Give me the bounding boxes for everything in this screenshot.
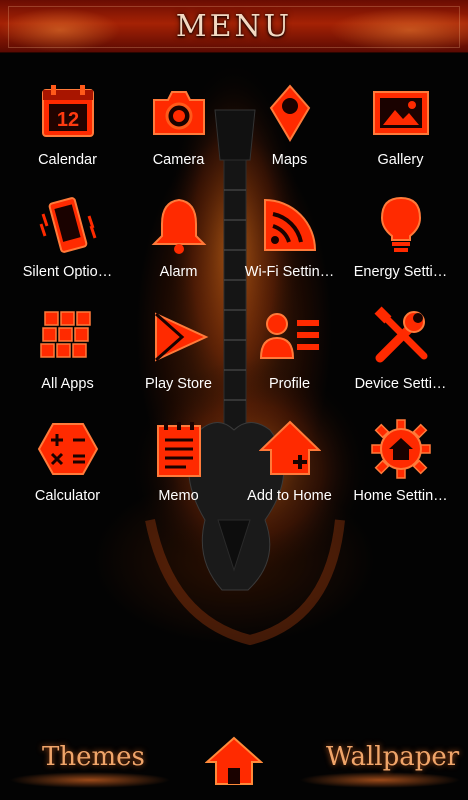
calendar-date: 12 [57,109,79,131]
app-label: Calendar [38,152,97,168]
app-label: Wi-Fi Settin… [244,264,335,280]
app-label: Device Setti… [354,376,447,392]
home-button[interactable] [205,736,263,788]
app-maps[interactable]: Maps [234,82,345,194]
add-home-icon [259,418,321,480]
app-alarm[interactable]: Alarm [123,194,234,306]
page-title: MENU [175,9,293,44]
app-label: Play Store [145,376,212,392]
app-label: All Apps [41,376,94,392]
profile-icon [259,306,321,368]
app-gallery[interactable]: Gallery [345,82,456,194]
app-label: Memo [158,488,199,504]
bell-icon [148,194,210,256]
play-store-icon [148,306,210,368]
wallpaper-button[interactable]: Wallpaper [326,742,459,772]
home-icon [205,736,263,785]
app-label: Add to Home [247,488,332,504]
app-label: Profile [268,376,311,392]
wifi-icon [259,194,321,256]
app-energy-settings[interactable]: Energy Setti… [345,194,456,306]
app-label: Camera [152,152,205,168]
vibrate-phone-icon [37,194,99,256]
app-memo[interactable]: Memo [123,418,234,530]
app-label: Energy Setti… [353,264,448,280]
app-add-to-home[interactable]: Add to Home [234,418,345,530]
apps-grid-icon [37,306,99,368]
app-device-settings[interactable]: Device Setti… [345,306,456,418]
app-label: Home Settin… [353,488,448,504]
app-all-apps[interactable]: All Apps [12,306,123,418]
lightbulb-icon [370,194,432,256]
calendar-icon: 12 [37,82,99,144]
themes-button[interactable]: Themes [42,742,145,772]
app-calendar[interactable]: 12 Calendar [12,82,123,194]
app-label: Calculator [34,488,101,504]
map-pin-icon [259,82,321,144]
app-home-settings[interactable]: Home Settin… [345,418,456,530]
app-wifi-settings[interactable]: Wi-Fi Settin… [234,194,345,306]
app-label: Gallery [377,152,424,168]
app-calculator[interactable]: Calculator [12,418,123,530]
app-play-store[interactable]: Play Store [123,306,234,418]
calculator-icon [37,418,99,480]
memo-icon [148,418,210,480]
tools-icon [370,306,432,368]
gallery-icon [370,82,432,144]
menu-header: MENU [0,0,468,53]
app-silent-options[interactable]: Silent Optio… [12,194,123,306]
app-camera[interactable]: Camera [123,82,234,194]
app-label: Silent Optio… [22,264,113,280]
app-label: Alarm [159,264,198,280]
app-profile[interactable]: Profile [234,306,345,418]
camera-icon [148,82,210,144]
home-gear-icon [370,418,432,480]
app-label: Maps [271,152,308,168]
